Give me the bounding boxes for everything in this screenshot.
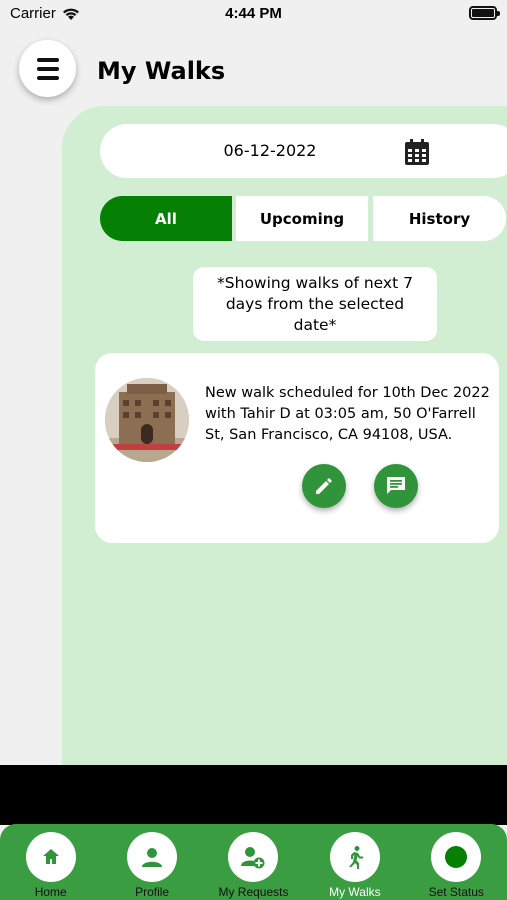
notice-line: date* — [293, 316, 337, 334]
hamburger-icon-bar — [36, 75, 59, 80]
date-picker[interactable]: 06-12-2022 — [100, 124, 507, 178]
nav-label: My Requests — [218, 885, 289, 899]
message-walk-button[interactable] — [374, 464, 418, 508]
walk-line: St, San Francisco, CA 94108, USA. — [205, 427, 453, 443]
home-icon — [42, 849, 59, 864]
calendar-icon[interactable] — [405, 139, 429, 165]
menu-button[interactable] — [19, 40, 76, 97]
person-add-icon — [241, 847, 265, 869]
date-value: 06-12-2022 — [223, 141, 317, 160]
notice-line: days from the selected — [225, 295, 405, 313]
person-icon — [142, 848, 163, 867]
status-time: 4:44 PM — [225, 5, 282, 22]
hamburger-icon-bar — [36, 57, 59, 62]
walk-icon — [348, 846, 363, 869]
nav-label: Profile — [135, 885, 170, 899]
nav-item-set-status[interactable]: Set Status — [406, 824, 507, 900]
status-bar: Carrier 4:44 PM — [0, 0, 507, 28]
walks-notice: *Showing walks of next 7 days from the s… — [193, 267, 437, 341]
tab-history[interactable]: History — [373, 196, 506, 241]
edit-walk-button[interactable] — [302, 464, 346, 508]
walk-line: New walk scheduled for 10th Dec 2022 — [205, 385, 490, 401]
nav-item-my-requests[interactable]: My Requests — [203, 824, 304, 900]
hamburger-icon-bar — [36, 66, 59, 71]
walk-line: with Tahir D at 03:05 am, 50 O'Farrell — [205, 406, 476, 422]
nav-label: Set Status — [428, 885, 484, 899]
tab-all[interactable]: All — [100, 196, 232, 241]
nav-item-profile[interactable]: Profile — [101, 824, 202, 900]
pencil-icon — [316, 478, 332, 494]
walk-description: New walk scheduled for 10th Dec 2022 wit… — [205, 383, 493, 446]
notice-line: *Showing walks of next 7 — [217, 274, 413, 292]
walk-location-image — [105, 378, 189, 462]
nav-item-home[interactable]: Home — [0, 824, 101, 900]
bottom-nav: Home Profile My Requests My Walks Set St… — [0, 824, 507, 900]
chat-icon — [387, 477, 405, 494]
nav-label: Home — [34, 885, 67, 899]
tab-upcoming[interactable]: Upcoming — [236, 196, 368, 241]
walk-card[interactable]: New walk scheduled for 10th Dec 2022 wit… — [95, 353, 499, 543]
black-bar — [0, 765, 507, 825]
battery-icon — [469, 6, 500, 20]
status-dot-icon — [445, 846, 468, 868]
page-title: My Walks — [97, 57, 226, 85]
nav-item-my-walks[interactable]: My Walks — [304, 824, 405, 900]
nav-label: My Walks — [329, 885, 381, 899]
